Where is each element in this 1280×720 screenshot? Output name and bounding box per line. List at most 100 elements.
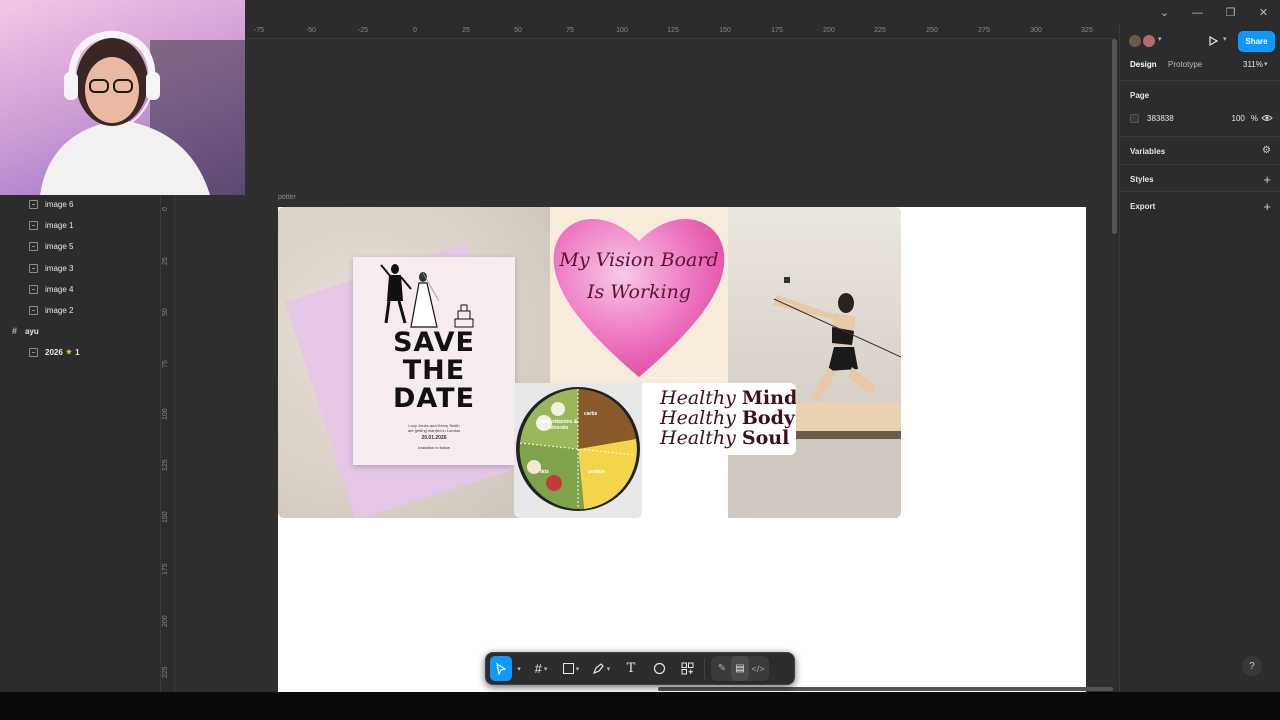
page-heading: Page [1130, 91, 1150, 100]
eye-icon[interactable] [1261, 113, 1273, 123]
styles-section[interactable]: Styles + [1120, 164, 1280, 192]
move-tool[interactable] [490, 656, 512, 681]
chevron-down-icon[interactable]: ⌄ [1148, 0, 1181, 25]
comment-tool[interactable] [648, 656, 670, 681]
layer-item[interactable]: image 5 [0, 237, 161, 255]
minimize-icon[interactable]: — [1181, 0, 1214, 25]
ruler-tick: 300 [1030, 27, 1042, 34]
layer-item[interactable]: image 4 [0, 280, 161, 298]
frame-label[interactable]: potter [278, 194, 296, 201]
play-icon[interactable] [1207, 35, 1219, 47]
the-text: THE [402, 355, 466, 386]
ruler-tick: 25 [462, 27, 470, 34]
zoom-level[interactable]: 311% [1243, 60, 1263, 69]
export-heading: Export [1130, 202, 1156, 211]
design-mode-icon[interactable]: ▤ [731, 656, 749, 681]
pen-tool[interactable]: ▾ [590, 656, 612, 681]
ruler-vertical: 0 25 50 75 100 125 150 175 200 225 [161, 195, 175, 692]
layer-item[interactable]: image 3 [0, 259, 161, 277]
image-pilates[interactable] [728, 207, 901, 518]
layer-label: image 6 [45, 199, 74, 209]
help-button[interactable]: ? [1242, 656, 1262, 676]
vertical-scrollbar[interactable] [1112, 39, 1117, 234]
tab-prototype[interactable]: Prototype [1168, 60, 1202, 69]
mode-switcher: ✎ ▤ </> [711, 656, 769, 681]
chevron-down-icon[interactable]: ▾ [514, 656, 522, 681]
ruler-tick: 125 [667, 27, 679, 34]
frame-hash-icon: # [534, 661, 542, 676]
avatar[interactable] [1128, 34, 1142, 48]
healthy-word: Healthy [660, 427, 736, 449]
layer-item[interactable]: image 2 [0, 301, 161, 319]
food-label-protein: protein [588, 469, 605, 475]
person-video-feed [40, 30, 245, 195]
chevron-down-icon[interactable]: ▾ [1264, 60, 1268, 68]
ruler-tick: 250 [926, 27, 938, 34]
horizontal-scrollbar[interactable] [658, 687, 1113, 691]
image-layer-icon [29, 199, 38, 209]
ruler-tick: -50 [305, 27, 317, 34]
layer-label: image 3 [45, 263, 74, 273]
close-icon[interactable]: ✕ [1247, 0, 1280, 25]
ruler-tick: 325 [1081, 27, 1093, 34]
ruler-tick: 100 [162, 408, 169, 420]
ruler-tick: 150 [162, 511, 169, 523]
export-section[interactable]: Export + [1120, 191, 1280, 219]
image-food-plate[interactable]: carbs fibre, vitamins & minerals fats pr… [514, 383, 642, 518]
layer-label: ayu [25, 326, 39, 336]
ruler-tick: 0 [413, 27, 417, 34]
ruler-tick: 50 [162, 308, 169, 316]
color-swatch[interactable] [1130, 113, 1139, 123]
rectangle-icon [562, 663, 574, 674]
image-healthy-text[interactable]: Healthy Mind Healthy Body Healthy Soul [642, 383, 796, 455]
body-word: Body [741, 407, 795, 429]
wedding-date-text: 20.01.2026 [421, 435, 447, 441]
ruler-tick: 200 [162, 615, 169, 627]
ruler-tick: 225 [162, 666, 169, 678]
ruler-tick: 225 [874, 27, 886, 34]
image-layer-icon [29, 305, 38, 315]
chevron-down-icon[interactable]: ▾ [1223, 35, 1227, 43]
sliders-icon[interactable]: ⚙ [1262, 145, 1271, 156]
star-icon: ★ [65, 349, 73, 356]
chevron-down-icon[interactable]: ▾ [1158, 35, 1162, 43]
restore-icon[interactable]: ❐ [1214, 0, 1247, 25]
screen-bottom-bar [0, 692, 1280, 720]
variables-section[interactable]: Variables ⚙ [1120, 136, 1280, 164]
image-layer-icon [29, 263, 38, 273]
frame-tool[interactable]: # ▾ [530, 656, 552, 681]
layer-item[interactable]: image 6 [0, 195, 161, 213]
chevron-down-icon: ▾ [575, 665, 580, 673]
add-icon[interactable]: + [1263, 172, 1271, 187]
food-label-fibre: fibre, vitamins & minerals [538, 419, 578, 431]
add-icon[interactable]: + [1263, 199, 1271, 214]
ruler-tick: 50 [514, 27, 522, 34]
image-layer-icon [29, 220, 38, 230]
healthy-line-2: Healthy Body [660, 409, 795, 428]
heart-line-2: Is Working [586, 281, 692, 303]
artboard[interactable]: SAVE THE DATE Lucy Jones and Henry Smith… [278, 207, 1086, 692]
text-tool[interactable]: T [620, 656, 642, 681]
healthy-line-1: Healthy Mind [660, 389, 796, 408]
shape-tool[interactable]: ▾ [560, 656, 582, 681]
ruler-tick: 0 [162, 207, 169, 211]
image-layer-icon [29, 284, 38, 294]
share-button[interactable]: Share [1238, 31, 1275, 52]
image-save-the-date[interactable]: SAVE THE DATE Lucy Jones and Henry Smith… [278, 207, 550, 518]
draw-mode-icon[interactable]: ✎ [713, 656, 731, 681]
layer-item[interactable]: 2026 ★ 1 [0, 343, 161, 361]
heart-line-1: My Vision Board [559, 249, 719, 271]
dev-mode-icon[interactable]: </> [749, 656, 767, 681]
page-color-field[interactable]: 383838 100 % [1130, 110, 1258, 126]
page-opacity[interactable]: 100 [1232, 114, 1245, 123]
panel-tabs: Design Prototype 311% ▾ [1120, 60, 1280, 80]
ruler-tick: 75 [566, 27, 574, 34]
avatar[interactable] [1142, 34, 1156, 48]
page-color-hex[interactable]: 383838 [1147, 114, 1174, 123]
assets-tool[interactable] [676, 656, 698, 681]
image-heart[interactable]: My Vision Board Is Working [550, 207, 728, 383]
ruler-tick: 150 [719, 27, 731, 34]
layer-frame-ayu[interactable]: # ayu [0, 322, 161, 340]
layer-item[interactable]: image 1 [0, 216, 161, 234]
tab-design[interactable]: Design [1130, 60, 1157, 69]
